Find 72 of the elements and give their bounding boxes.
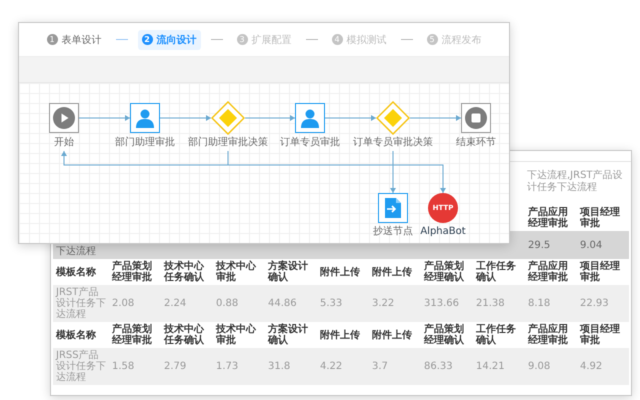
table-cell: JRST产品设计任务下达流程: [53, 285, 109, 322]
table-cell: 4.92: [577, 348, 629, 385]
connector-arrow: [78, 115, 130, 121]
table-cell: 313.66: [421, 285, 473, 322]
connector-arrow: [160, 115, 212, 121]
table-cell: 44.86: [265, 285, 317, 322]
column-header: 附件上传: [371, 266, 413, 280]
node-label: 开始: [54, 137, 74, 149]
column-header: 附件上传: [319, 266, 361, 280]
connector-arrow: [324, 115, 376, 121]
connector-arrow: [410, 115, 462, 121]
column-header: 技术中心任务确认: [162, 259, 205, 285]
column-header: 工作任务确认: [474, 260, 517, 285]
table-cell: 2.24: [161, 285, 213, 322]
column-header: 技术中心审批: [214, 322, 257, 348]
column-header: 技术中心任务确认: [162, 322, 205, 348]
table-cell: 9.04: [577, 231, 629, 259]
column-header: 模板名称: [54, 328, 97, 342]
column-header: 附件上传: [319, 328, 361, 342]
summary-text: 下达流程,JRST产品设计任务下达流程: [527, 170, 624, 193]
table-cell: 3.7: [369, 348, 421, 385]
column-header: 产品策划经理确认: [422, 322, 465, 348]
connector-arrow: [244, 115, 296, 121]
table-cell: 4.22: [317, 348, 369, 385]
table-cell: 5.33: [317, 285, 369, 322]
column-header: 技术中心审批: [214, 259, 257, 285]
table-cell: 21.38: [473, 285, 525, 322]
table-cell: 29.5: [525, 231, 577, 259]
column-header: 产品应用经理审批: [526, 322, 569, 348]
table-cell: 1.73: [213, 348, 265, 385]
column-header: 产品策划经理确认: [422, 260, 465, 285]
table-cell: 14.21: [473, 348, 525, 385]
column-header: 项目经理审批: [578, 206, 621, 231]
table-cell: JRSS产品设计任务下达流程: [53, 348, 109, 385]
table-cell: 22.93: [577, 285, 629, 322]
node-label: 订单专员审批决策: [353, 137, 433, 149]
column-header: 方案设计确认: [266, 259, 309, 285]
column-header: 项目经理审批: [578, 260, 621, 285]
column-header: 模板名称: [54, 266, 97, 280]
step-tab[interactable]: 5 流程发布: [422, 30, 486, 50]
decision-node: [211, 101, 245, 135]
decision-node: [376, 101, 410, 135]
table-cell: 9.08: [525, 348, 577, 385]
table-cell: 2.08: [109, 285, 161, 322]
column-header: 方案设计确认: [266, 322, 309, 348]
step-tab[interactable]: 1 表单设计: [42, 30, 106, 50]
column-header: 产品应用经理审批: [526, 205, 569, 231]
column-header: 附件上传: [371, 328, 413, 342]
document-arrow-icon: [384, 197, 402, 219]
step-tab[interactable]: 4 模拟测试: [328, 30, 390, 50]
column-header: 产品应用经理审批: [526, 259, 569, 285]
node-label: 部门助理审批: [115, 137, 175, 149]
table-cell: 86.33: [421, 348, 473, 385]
table-cell: 0.88: [213, 285, 265, 322]
column-header: 产品策划经理审批: [110, 322, 153, 348]
table-cell: 8.18: [525, 285, 577, 322]
table-cell: 1.58: [109, 348, 161, 385]
person-icon: [300, 108, 320, 128]
step-tab[interactable]: 2 流向设计: [138, 30, 200, 50]
node-label: 部门助理审批决策: [188, 137, 268, 149]
node-label: 订单专员审批: [280, 137, 340, 149]
column-header: 产品策划经理审批: [110, 260, 153, 285]
table-cell: 31.8: [265, 348, 317, 385]
table-cell: 3.22: [369, 285, 421, 322]
node-label: AlphaBot: [420, 226, 466, 238]
column-header: 项目经理审批: [578, 322, 621, 348]
person-icon: [135, 108, 155, 128]
step-tab[interactable]: 3 扩展配置: [232, 30, 296, 50]
column-header: 工作任务确认: [474, 322, 517, 348]
node-label: 结束环节: [456, 137, 496, 149]
table-cell: 2.79: [161, 348, 213, 385]
node-label: 抄送节点: [373, 226, 413, 238]
